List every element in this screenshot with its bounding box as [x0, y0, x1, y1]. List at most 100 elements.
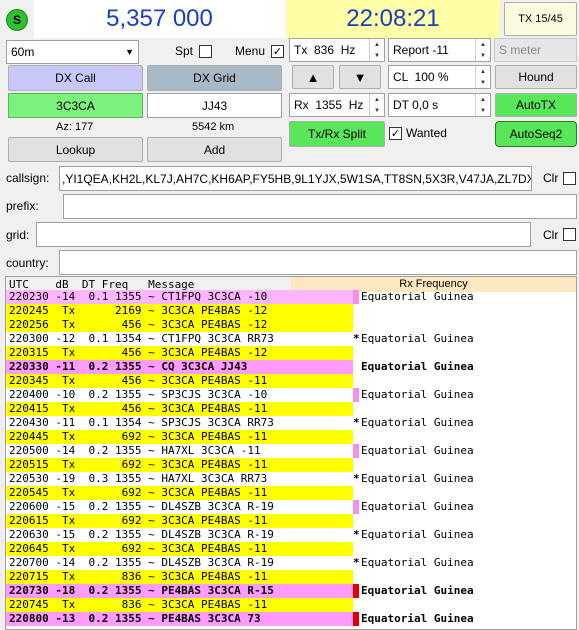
dx-grid-field[interactable]: JJ43: [147, 93, 282, 118]
lookup-label: Lookup: [55, 142, 96, 157]
log-row-country: [361, 318, 561, 332]
report-spinbox[interactable]: Report -11 ▲ ▼: [388, 38, 491, 62]
chevron-up-icon[interactable]: ▲: [476, 66, 490, 77]
log-row-marker: *: [353, 556, 360, 569]
log-row[interactable]: 220500 -14 0.2 1355 ~ HA7XL 3C3CA -11 Equ…: [6, 444, 576, 458]
cl-stepper[interactable]: ▲ ▼: [475, 66, 490, 88]
up-arrow-button[interactable]: ▲: [292, 65, 334, 89]
dx-call-field[interactable]: 3C3CA: [8, 93, 143, 118]
log-row-country: Equatorial Guinea: [361, 290, 474, 303]
log-row[interactable]: 220430 -11 0.1 1354 ~ SP3CJS 3C3CA RR73 *…: [6, 416, 576, 430]
log-row-marker: [353, 542, 359, 556]
chevron-down-icon[interactable]: ▼: [476, 105, 490, 116]
dx-grid-label: DX Grid: [193, 71, 236, 85]
callsign-filter-input[interactable]: ,YI1QEA,KH2L,KL7J,AH7C,KH6AP,FY5HB,9L1YJ…: [59, 166, 532, 191]
grid-filter-input[interactable]: [36, 222, 531, 247]
dt-stepper[interactable]: ▲ ▼: [475, 94, 490, 116]
log-row[interactable]: 220545 Tx 692 ~ 3C3CA PE4BAS -11: [6, 486, 576, 500]
log-row-message: 220645 Tx 692 ~ 3C3CA PE4BAS -11: [6, 542, 353, 556]
down-arrow-button[interactable]: ▼: [339, 65, 381, 89]
menu-checkbox[interactable]: ✓: [271, 45, 284, 58]
log-row-message: 220715 Tx 836 ~ 3C3CA PE4BAS -11: [6, 570, 353, 584]
rx-freq-value: Rx 1355 Hz: [294, 98, 364, 112]
cl-value: CL 100 %: [393, 70, 449, 84]
log-row[interactable]: 220645 Tx 692 ~ 3C3CA PE4BAS -11: [6, 542, 576, 556]
chevron-up-icon[interactable]: ▲: [370, 39, 384, 50]
log-row-marker: *: [353, 472, 360, 485]
log-row[interactable]: 220745 Tx 836 ~ 3C3CA PE4BAS -11: [6, 598, 576, 612]
log-row-marker: *: [353, 416, 360, 429]
log-row-message: 220630 -15 0.2 1355 ~ DL4SZB 3C3CA R-19: [6, 528, 353, 542]
spt-label: Spt: [175, 44, 194, 58]
country-filter-input[interactable]: [59, 250, 577, 275]
log-row-marker: [353, 304, 359, 318]
log-row-message: 220430 -11 0.1 1354 ~ SP3CJS 3C3CA RR73: [6, 416, 353, 430]
log-row-marker: [353, 290, 359, 304]
chevron-down-icon[interactable]: ▼: [476, 77, 490, 88]
log-row[interactable]: 220330 -11 0.2 1355 ~ CQ 3C3CA JJ43 Equat…: [6, 360, 576, 374]
chevron-up-icon[interactable]: ▲: [476, 39, 490, 50]
band-select[interactable]: 60m ▼: [6, 40, 139, 64]
distance-label: 5542 km: [192, 121, 235, 133]
chevron-down-icon[interactable]: ▼: [370, 50, 384, 61]
dial-frequency-display: 5,357 000: [34, 0, 285, 38]
wanted-checkbox[interactable]: ✓: [389, 127, 402, 140]
log-row-country: Equatorial Guinea: [361, 444, 474, 457]
dx-call-button[interactable]: DX Call: [8, 65, 143, 91]
grid-clr-checkbox[interactable]: [563, 228, 576, 241]
log-row[interactable]: 220245 Tx 2169 ~ 3C3CA PE4BAS -12: [6, 304, 576, 318]
callsign-filter-label: callsign:: [6, 171, 50, 185]
dx-grid-button[interactable]: DX Grid: [147, 65, 282, 91]
arrow-down-icon: ▼: [353, 69, 367, 85]
log-row[interactable]: 220600 -15 0.2 1355 ~ DL4SZB 3C3CA R-19 E…: [6, 500, 576, 514]
chevron-up-icon[interactable]: ▲: [370, 94, 384, 105]
lookup-button[interactable]: Lookup: [8, 137, 143, 162]
dt-spinbox[interactable]: DT 0,0 s ▲ ▼: [388, 93, 491, 117]
log-row-marker: [353, 360, 359, 374]
log-row[interactable]: 220415 Tx 456 ~ 3C3CA PE4BAS -11: [6, 402, 576, 416]
log-row[interactable]: 220315 Tx 456 ~ 3C3CA PE4BAS -12: [6, 346, 576, 360]
log-row[interactable]: 220345 Tx 456 ~ 3C3CA PE4BAS -11: [6, 374, 576, 388]
log-row-country: Equatorial Guinea: [361, 612, 474, 625]
tx-freq-stepper[interactable]: ▲ ▼: [369, 39, 384, 61]
log-row[interactable]: 220530 -19 0.3 1355 ~ HA7XL 3C3CA RR73 * E…: [6, 472, 576, 486]
autoseq-button[interactable]: AutoSeq2: [495, 121, 577, 147]
callsign-clr-checkbox[interactable]: [563, 172, 576, 185]
log-row[interactable]: 220715 Tx 836 ~ 3C3CA PE4BAS -11: [6, 570, 576, 584]
add-button[interactable]: Add: [147, 137, 282, 162]
hound-button[interactable]: Hound: [495, 65, 577, 89]
log-row-country: [361, 402, 561, 416]
decode-log[interactable]: UTC dB DT Freq Message Rx Frequency 2202…: [5, 276, 577, 630]
country-filter-label: country:: [6, 256, 49, 270]
txrx-split-button[interactable]: Tx/Rx Split: [289, 121, 385, 147]
tx-freq-spinbox[interactable]: Tx 836 Hz ▲ ▼: [289, 38, 385, 62]
chevron-down-icon[interactable]: ▼: [370, 105, 384, 116]
log-row[interactable]: 220630 -15 0.2 1355 ~ DL4SZB 3C3CA R-19 *…: [6, 528, 576, 542]
log-row-message: 220400 -10 0.2 1355 ~ SP3CJS 3C3CA -10: [6, 388, 353, 402]
log-row[interactable]: 220615 Tx 692 ~ 3C3CA PE4BAS -11: [6, 514, 576, 528]
chevron-down-icon[interactable]: ▼: [476, 50, 490, 61]
log-row-country: Equatorial Guinea: [361, 584, 474, 597]
rx-freq-stepper[interactable]: ▲ ▼: [369, 94, 384, 116]
log-row[interactable]: 220730 -18 0.2 1355 ~ PE4BAS 3C3CA R-15 E…: [6, 584, 576, 598]
log-row[interactable]: 220400 -10 0.2 1355 ~ SP3CJS 3C3CA -10 Eq…: [6, 388, 576, 402]
log-row[interactable]: 220800 -13 0.2 1355 ~ PE4BAS 3C3CA 73 Equ…: [6, 612, 576, 626]
rx-freq-spinbox[interactable]: Rx 1355 Hz ▲ ▼: [289, 93, 385, 117]
log-row[interactable]: 220515 Tx 692 ~ 3C3CA PE4BAS -11: [6, 458, 576, 472]
spt-checkbox[interactable]: [199, 45, 212, 58]
dx-call-value: 3C3CA: [56, 98, 95, 113]
log-row[interactable]: 220230 -14 0.1 1355 ~ CT1FPQ 3C3CA -10 Eq…: [6, 290, 576, 304]
report-stepper[interactable]: ▲ ▼: [475, 39, 490, 61]
log-row-message: 220745 Tx 836 ~ 3C3CA PE4BAS -11: [6, 598, 353, 612]
log-row[interactable]: 220700 -14 0.2 1355 ~ DL4SZB 3C3CA R-19 *…: [6, 556, 576, 570]
tx-period-button[interactable]: TX 15/45: [504, 2, 577, 36]
chevron-up-icon[interactable]: ▲: [476, 94, 490, 105]
autotx-button[interactable]: AutoTX: [495, 93, 577, 117]
log-row[interactable]: 220256 Tx 456 ~ 3C3CA PE4BAS -12: [6, 318, 576, 332]
log-row[interactable]: 220300 -12 0.1 1354 ~ CT1FPQ 3C3CA RR73 *…: [6, 332, 576, 346]
log-row-country: [361, 430, 561, 444]
log-row[interactable]: 220445 Tx 692 ~ 3C3CA PE4BAS -11: [6, 430, 576, 444]
log-row-marker: [353, 318, 359, 332]
prefix-filter-input[interactable]: [63, 194, 577, 219]
cl-spinbox[interactable]: CL 100 % ▲ ▼: [388, 65, 491, 89]
